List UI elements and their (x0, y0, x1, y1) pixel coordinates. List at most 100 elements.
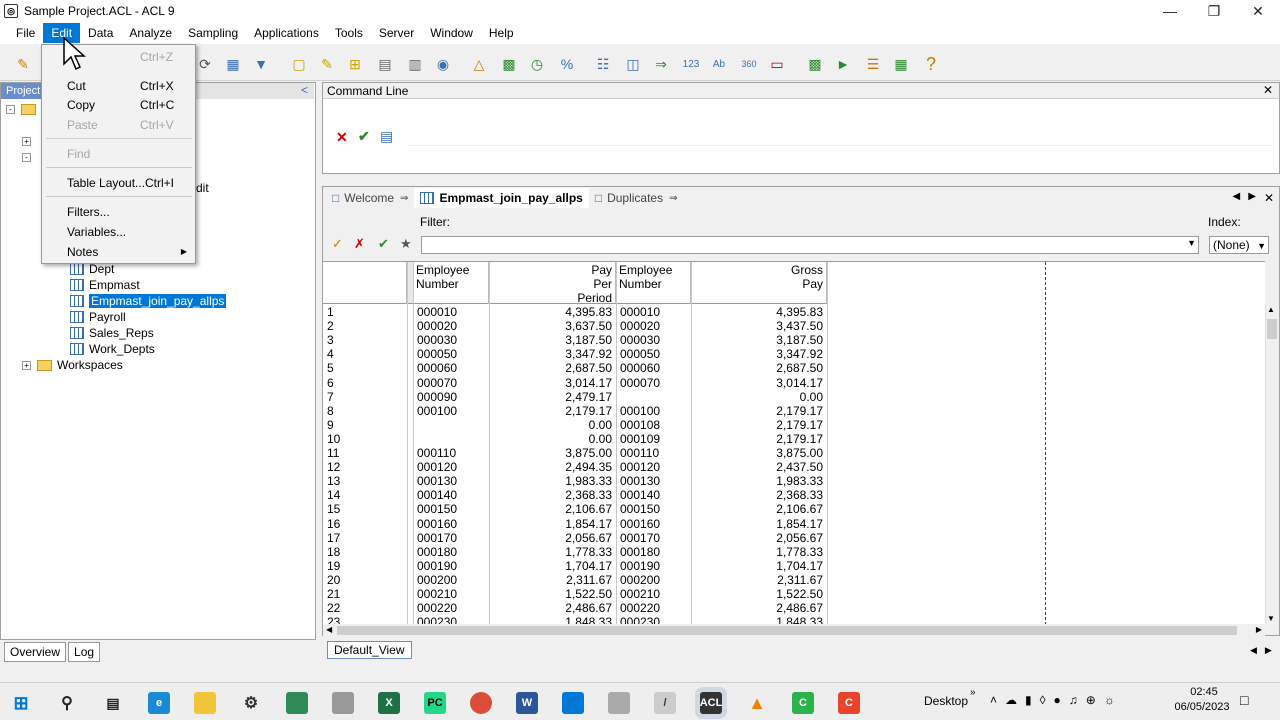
system-tray-icons[interactable]: ˄☁▮◊●♫⊕☼ (990, 693, 1123, 707)
table-row[interactable]: 15 000150 2,106.67 000150 2,106.67 (323, 502, 1265, 516)
table-cell[interactable]: 000170 (413, 531, 489, 545)
close-icon[interactable]: ✕ (1263, 83, 1273, 97)
chevron-down-icon[interactable]: ▼ (1257, 238, 1266, 254)
table-cell[interactable] (616, 390, 691, 404)
table-cell[interactable]: 000060 (616, 361, 691, 375)
header-employee-number-2[interactable]: Employee Number (616, 262, 691, 304)
add-column-icon[interactable]: ⊞ (344, 53, 366, 75)
table-cell[interactable]: 2,106.67 (691, 502, 827, 516)
table-cell[interactable]: 1,854.17 (691, 517, 827, 531)
menu-tools[interactable]: Tools (327, 23, 371, 43)
app-icon-2[interactable] (562, 692, 584, 714)
table-cell[interactable]: 2,479.17 (489, 390, 616, 404)
acl-taskbar-icon[interactable]: ACL (700, 692, 722, 714)
table-cell[interactable]: 000010 (616, 305, 691, 319)
table-cell[interactable]: 000090 (413, 390, 489, 404)
tree-item-workspaces[interactable]: + Workspaces (22, 357, 123, 373)
chrome-icon[interactable] (470, 692, 492, 714)
filter-input[interactable]: ▼ (421, 236, 1199, 254)
table-cell[interactable]: 2,486.67 (489, 601, 616, 615)
clock-time[interactable]: 02:45 (1182, 686, 1226, 698)
menu-window[interactable]: Window (422, 23, 481, 43)
table-cell[interactable]: 000190 (413, 559, 489, 573)
table-row[interactable]: 2 000020 3,637.50 000020 3,437.50 (323, 319, 1265, 333)
menu-applications[interactable]: Applications (246, 23, 327, 43)
table-row[interactable]: 9 0.00 000108 2,179.17 (323, 418, 1265, 432)
tree-expander[interactable]: + (22, 133, 37, 149)
tree-root[interactable]: - (6, 101, 41, 117)
layout-icon[interactable]: ▤ (374, 53, 396, 75)
table-cell[interactable]: 2,486.67 (691, 601, 827, 615)
pdf-icon[interactable] (332, 692, 354, 714)
table-cell[interactable]: 000220 (616, 601, 691, 615)
table-row[interactable]: 12 000120 2,494.35 000120 2,437.50 (323, 460, 1265, 474)
table-cell[interactable]: 2,179.17 (691, 404, 827, 418)
table-cell[interactable]: 1,848.33 (691, 615, 827, 624)
table-row[interactable]: 4 000050 3,347.92 000050 3,347.92 (323, 347, 1265, 361)
view-tab-right-icon[interactable]: ▶ (1265, 645, 1272, 656)
table-cell[interactable]: 2,437.50 (691, 460, 827, 474)
tab-welcome[interactable]: □ Welcome ⇒ (326, 188, 414, 208)
table-cell[interactable]: 000020 (616, 319, 691, 333)
table-cell[interactable]: 3,014.17 (691, 376, 827, 390)
header-employee-number[interactable]: Employee Number (413, 262, 489, 304)
view-tab-left-icon[interactable]: ◀ (1250, 645, 1257, 656)
tree-expander[interactable]: - (22, 149, 37, 165)
scroll-thumb[interactable] (337, 626, 1237, 635)
table-cell[interactable]: 000200 (616, 573, 691, 587)
tab-left-icon[interactable]: ◀ (1233, 191, 1241, 205)
table-row[interactable]: 7 000090 2,479.17 0.00 (323, 390, 1265, 404)
table-row[interactable]: 17 000170 2,056.67 000170 2,056.67 (323, 531, 1265, 545)
scroll-right-icon[interactable]: ▶ (1256, 625, 1262, 634)
task-view-icon[interactable]: ▤ (102, 692, 124, 714)
close-icon[interactable]: ✕ (1264, 191, 1274, 205)
horizontal-scrollbar[interactable]: ◀ ▶ (323, 624, 1265, 637)
scroll-left-icon[interactable]: ◀ (326, 625, 332, 634)
table-cell[interactable]: 000020 (413, 319, 489, 333)
table-cell[interactable]: 2,106.67 (489, 502, 616, 516)
table-cell[interactable]: 3,347.92 (489, 347, 616, 361)
check-icon[interactable]: ✔ (358, 128, 370, 145)
tab-duplicates[interactable]: □ Duplicates ⇒ (589, 188, 684, 208)
table-cell[interactable]: 3,014.17 (489, 376, 616, 390)
chevron-down-icon[interactable]: ▼ (1187, 238, 1196, 248)
table-cell[interactable]: 000210 (413, 587, 489, 601)
table-cell[interactable]: 1,983.33 (489, 474, 616, 488)
run-icon[interactable]: ► (832, 53, 854, 75)
table-cell[interactable]: 000150 (413, 502, 489, 516)
table-cell[interactable]: 000100 (616, 404, 691, 418)
tab-log[interactable]: Log (68, 642, 101, 662)
search-icon[interactable]: ◉ (432, 53, 454, 75)
table-cell[interactable]: 1,704.17 (691, 559, 827, 573)
table-row[interactable]: 19 000190 1,704.17 000190 1,704.17 (323, 559, 1265, 573)
table-cell[interactable]: 2,179.17 (489, 404, 616, 418)
menu-file[interactable]: File (8, 23, 43, 43)
table-icon[interactable]: ▦ (222, 53, 244, 75)
table-row[interactable]: 3 000030 3,187.50 000030 3,187.50 (323, 333, 1265, 347)
tree-item-empmast[interactable]: Empmast (70, 277, 140, 293)
menu-item-variables[interactable]: Variables... (42, 223, 195, 241)
table-cell[interactable]: 000050 (413, 347, 489, 361)
settings-icon[interactable]: ⚙ (240, 692, 262, 714)
table-cell[interactable]: 3,637.50 (489, 319, 616, 333)
pin-icon[interactable]: ⇒ (669, 193, 677, 204)
table-row[interactable]: 1 000010 4,395.83 000010 4,395.83 (323, 305, 1265, 319)
stratify-icon[interactable]: ▩ (498, 53, 520, 75)
layout-edit-icon[interactable]: ▥ (404, 53, 426, 75)
chevron-icon[interactable]: » (970, 687, 976, 698)
edit-filter-icon[interactable]: ✓ (332, 236, 343, 252)
table-row[interactable]: 13 000130 1,983.33 000130 1,983.33 (323, 474, 1265, 488)
table-cell[interactable]: 2,179.17 (691, 418, 827, 432)
menu-sampling[interactable]: Sampling (180, 23, 246, 43)
color-grid-icon[interactable]: ▦ (890, 53, 912, 75)
table-cell[interactable]: 000109 (616, 432, 691, 446)
menu-help[interactable]: Help (481, 23, 522, 43)
table-row[interactable]: 5 000060 2,687.50 000060 2,687.50 (323, 361, 1265, 375)
cleanup-icon[interactable]: △ (468, 53, 490, 75)
project-tab[interactable]: Project (1, 83, 41, 99)
tree-item-work-depts[interactable]: Work_Depts (70, 341, 155, 357)
table-cell[interactable]: 3,187.50 (691, 333, 827, 347)
table-cell[interactable]: 000140 (413, 488, 489, 502)
vertical-scrollbar[interactable]: ▲ ▼ (1265, 305, 1278, 623)
menu-server[interactable]: Server (371, 23, 422, 43)
